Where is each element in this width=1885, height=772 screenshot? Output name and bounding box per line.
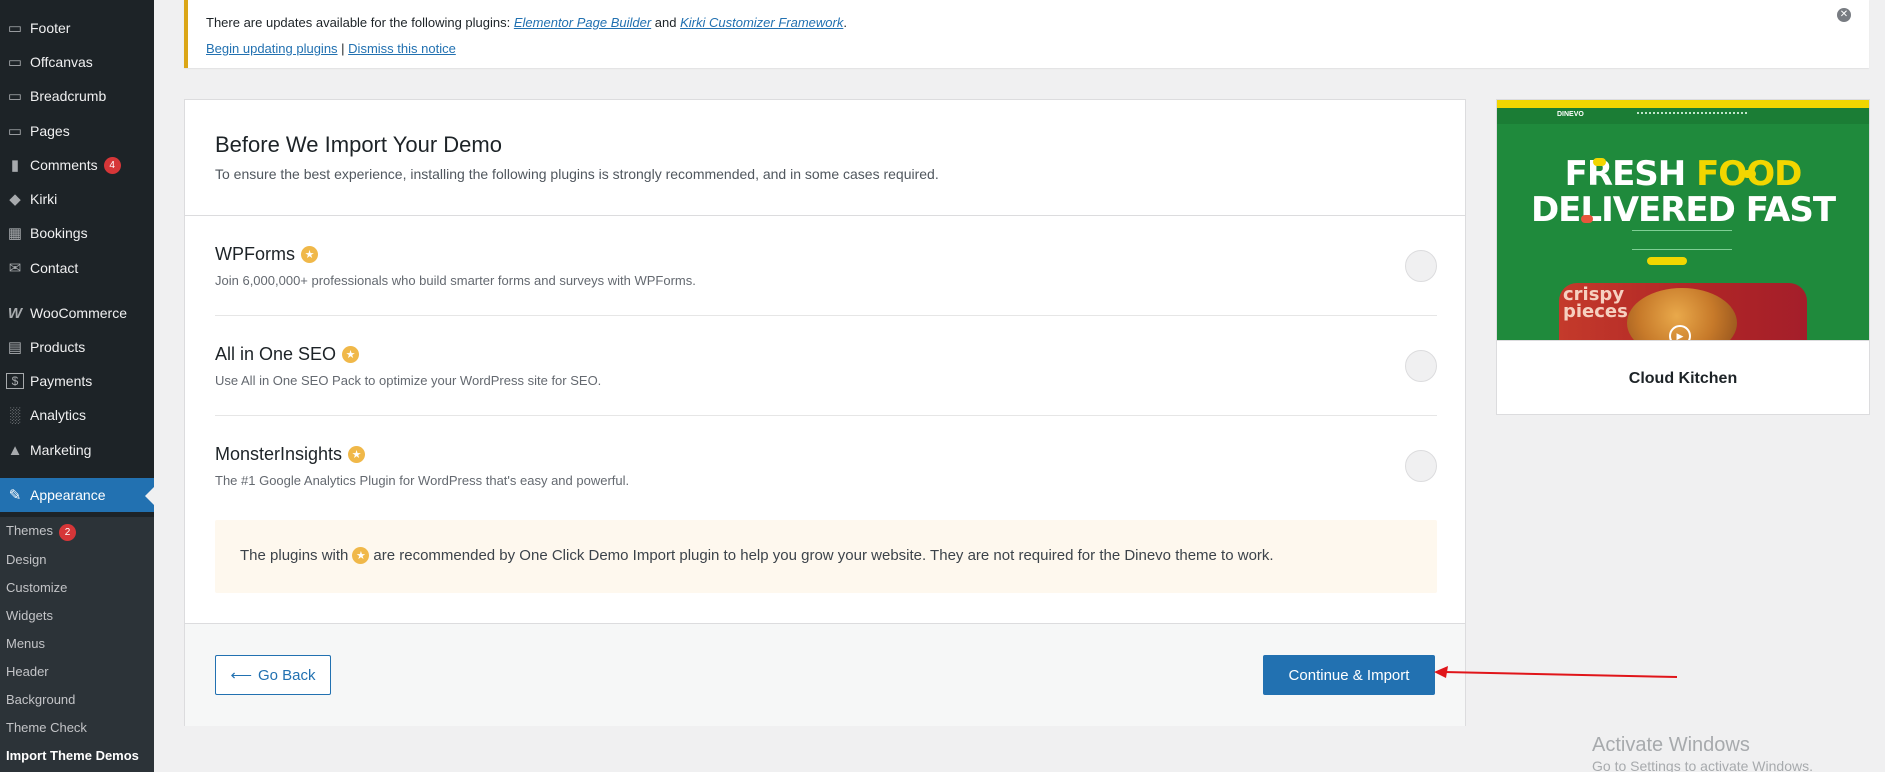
plugin-row-monsterinsights: MonsterInsights ★ The #1 Google Analytic… <box>215 416 1437 516</box>
notice-message: There are updates available for the foll… <box>206 15 847 30</box>
thumbnail-crispy-text: crispy pieces <box>1563 284 1628 322</box>
submenu-item-customize[interactable]: Customize <box>6 580 67 595</box>
thumbnail-headline-2: DELIVERED FAST <box>1530 190 1836 230</box>
panel-header: Before We Import Your Demo To ensure the… <box>185 100 1465 216</box>
activate-windows-subtext: Go to Settings to activate Windows. <box>1592 758 1813 772</box>
submenu-item-widgets[interactable]: Widgets <box>6 608 53 623</box>
admin-sidebar: ▭ Footer ▭ Offcanvas ▭ Breadcrumb ▭ Page… <box>0 0 154 772</box>
page-icon: ▭ <box>7 54 23 71</box>
sidebar-item-products[interactable]: ▤ Products <box>0 330 154 364</box>
demo-thumbnail[interactable]: DINEVO FRESH FOOD DELIVERED FAST crispy … <box>1497 100 1869 340</box>
submenu-item-design[interactable]: Design <box>6 552 46 567</box>
plugin-description: Use All in One SEO Pack to optimize your… <box>215 373 602 388</box>
elementor-plugin-link[interactable]: Elementor Page Builder <box>514 15 651 30</box>
sidebar-item-pages[interactable]: ▭ Pages <box>0 114 154 148</box>
thumbnail-logo: DINEVO <box>1557 111 1584 118</box>
themes-count-badge: 2 <box>58 524 76 541</box>
demo-preview-card[interactable]: DINEVO FRESH FOOD DELIVERED FAST crispy … <box>1496 99 1870 415</box>
plugin-select-toggle[interactable] <box>1405 250 1437 282</box>
woo-icon: W <box>7 304 23 322</box>
annotation-arrow-icon <box>1434 666 1677 678</box>
dollar-icon: $ <box>6 373 24 389</box>
thumbnail-headline: FRESH FOOD <box>1564 154 1803 194</box>
sidebar-item-woocommerce[interactable]: W WooCommerce <box>0 296 154 330</box>
close-circle-icon[interactable]: ✕ <box>1837 8 1851 22</box>
sidebar-item-contact[interactable]: ✉ Contact <box>0 251 154 285</box>
sidebar-item-breadcrumb[interactable]: ▭ Breadcrumb <box>0 79 154 113</box>
activate-windows-watermark: Activate Windows <box>1592 734 1750 756</box>
kirki-plugin-link[interactable]: Kirki Customizer Framework <box>680 15 843 30</box>
submenu-item-theme-check[interactable]: Theme Check <box>6 720 87 735</box>
submenu-item-background[interactable]: Background <box>6 692 75 707</box>
plugin-row-wpforms: WPForms ★ Join 6,000,000+ professionals … <box>215 216 1437 316</box>
plugin-row-all-in-one-seo: All in One SEO ★ Use All in One SEO Pack… <box>215 316 1437 416</box>
star-icon: ★ <box>348 446 366 463</box>
submenu-item-import-theme-demos[interactable]: Import Theme Demos <box>6 748 139 763</box>
mail-icon: ✉ <box>8 260 22 277</box>
brush-icon: ✎ <box>8 487 22 504</box>
plugin-name: All in One SEO <box>215 344 337 364</box>
sidebar-item-appearance[interactable]: ✎ Appearance <box>0 478 154 512</box>
sidebar-item-analytics[interactable]: ░ Analytics <box>0 398 154 432</box>
plugin-select-toggle[interactable] <box>1405 450 1437 482</box>
archive-icon: ▤ <box>7 339 23 356</box>
plugin-description: Join 6,000,000+ professionals who build … <box>215 273 696 288</box>
megaphone-icon: ▲ <box>7 441 23 459</box>
plugin-update-notice: There are updates available for the foll… <box>184 0 1869 68</box>
sidebar-item-footer[interactable]: ▭ Footer <box>0 11 154 45</box>
active-indicator-arrow <box>145 487 154 505</box>
go-back-button[interactable]: ⟵ Go Back <box>215 655 331 695</box>
star-icon: ★ <box>342 346 360 363</box>
plugin-name: MonsterInsights <box>215 444 343 464</box>
submenu-item-menus[interactable]: Menus <box>6 636 45 651</box>
sidebar-item-bookings[interactable]: ▦ Bookings <box>0 216 154 250</box>
page-icon: ▭ <box>7 123 23 140</box>
plugin-description: The #1 Google Analytics Plugin for WordP… <box>215 473 630 488</box>
bar-chart-icon: ░ <box>9 406 21 424</box>
calendar-icon: ▦ <box>7 225 23 242</box>
continue-import-button[interactable]: Continue & Import <box>1263 655 1435 695</box>
dismiss-notice-link[interactable]: Dismiss this notice <box>348 41 456 56</box>
sidebar-item-kirki[interactable]: ◆ Kirki <box>0 182 154 216</box>
page-title: Before We Import Your Demo <box>215 132 502 157</box>
star-icon: ★ <box>352 547 370 564</box>
recommendation-note: The plugins with ★ are recommended by On… <box>215 520 1437 593</box>
play-icon: ▶ <box>1669 325 1691 340</box>
arrow-left-icon: ⟵ <box>230 667 252 684</box>
star-icon: ★ <box>301 246 318 263</box>
submenu-item-themes[interactable]: Themes 2 <box>6 523 76 541</box>
sidebar-item-offcanvas[interactable]: ▭ Offcanvas <box>0 45 154 79</box>
page-subtitle: To ensure the best experience, installin… <box>215 166 939 182</box>
kirki-icon: ◆ <box>9 191 21 208</box>
import-demo-panel: Before We Import Your Demo To ensure the… <box>184 99 1466 726</box>
appearance-submenu: Themes 2 Design Customize Widgets Menus H… <box>0 517 154 772</box>
comment-icon: ▮ <box>10 157 20 174</box>
notice-actions: Begin updating plugins | Dismiss this no… <box>206 41 456 56</box>
begin-updating-plugins-link[interactable]: Begin updating plugins <box>206 41 338 56</box>
sidebar-item-payments[interactable]: $ Payments <box>0 364 154 398</box>
demo-name: Cloud Kitchen <box>1497 340 1869 416</box>
sidebar-item-marketing[interactable]: ▲ Marketing <box>0 433 154 467</box>
submenu-item-header[interactable]: Header <box>6 664 49 679</box>
page-icon: ▭ <box>7 88 23 105</box>
plugin-select-toggle[interactable] <box>1405 350 1437 382</box>
page-icon: ▭ <box>7 20 23 37</box>
plugin-name: WPForms <box>215 244 295 264</box>
comments-count-badge: 4 <box>103 156 121 174</box>
sidebar-item-comments[interactable]: ▮ Comments 4 <box>0 148 154 182</box>
panel-footer: ⟵ Go Back Continue & Import <box>185 623 1465 726</box>
